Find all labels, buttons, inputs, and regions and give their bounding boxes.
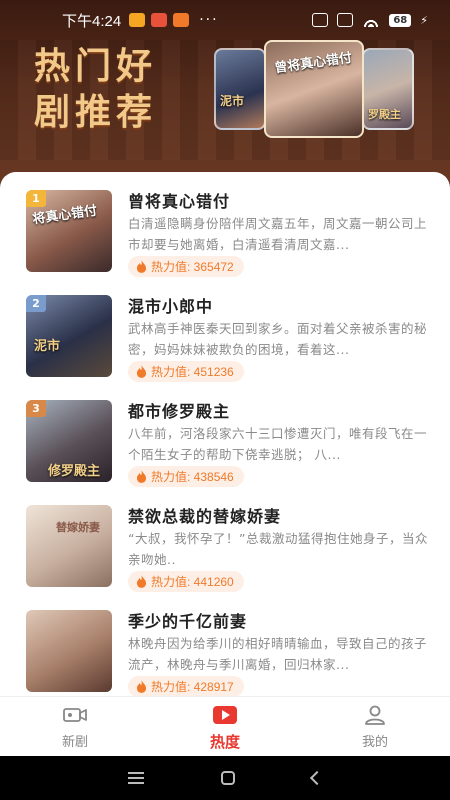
tab-mine[interactable]: 我的 xyxy=(300,697,450,756)
drama-title: 混市小郎中 xyxy=(128,297,214,316)
heat-value: 热力值: 441260 xyxy=(151,575,234,589)
rank-badge: 1 xyxy=(26,190,46,207)
drama-title: 都市修罗殿主 xyxy=(128,402,231,421)
recent-apps-icon[interactable] xyxy=(128,772,145,784)
user-icon xyxy=(365,705,385,725)
rank-badge: 2 xyxy=(26,295,46,312)
header-banner: 下午4:24 ··· 68 ⚡ 热门好 剧推荐 泥市 罗殿主 曾将真心错付 xyxy=(0,0,450,200)
heat-value-badge: 热力值: 365472 xyxy=(128,256,244,277)
home-icon[interactable] xyxy=(220,771,235,785)
heat-value-badge: 热力值: 438546 xyxy=(128,466,244,487)
play-icon xyxy=(213,706,237,724)
banner-poster-center[interactable]: 曾将真心错付 xyxy=(264,40,364,138)
list-item[interactable]: 替嫁娇妻 禁欲总裁的替嫁娇妻 “大叔，我怀孕了！”总裁激动猛得抱住她身子，当众亲… xyxy=(0,487,450,592)
drama-description: 武林高手神医秦天回到家乡。面对着父亲被杀害的秘密，妈妈妹妹被欺负的困境，看着这.… xyxy=(128,321,428,357)
banner-title-line1: 热门好 xyxy=(34,46,158,87)
mute-icon xyxy=(312,13,329,27)
back-icon[interactable] xyxy=(309,770,324,786)
cover-title: 替嫁娇妻 xyxy=(56,521,100,534)
drama-cover: 将真心错付 1 xyxy=(26,190,112,272)
app-notification-icon xyxy=(129,13,146,27)
tab-hot[interactable]: 热度 xyxy=(150,697,300,756)
banner-poster-left[interactable]: 泥市 xyxy=(214,48,266,130)
banner-title: 热门好 剧推荐 xyxy=(34,44,157,136)
drama-title: 季少的千亿前妻 xyxy=(128,612,248,631)
system-nav-bar xyxy=(0,756,450,800)
heat-value-badge: 热力值: 428917 xyxy=(128,676,244,696)
drama-description: 白清遥隐瞒身份陪伴周文嘉五年，周文嘉一朝公司上市却要与她离婚，白清遥看清周文嘉.… xyxy=(128,216,428,252)
battery-icon: 68 xyxy=(389,13,412,27)
tab-label: 我的 xyxy=(361,735,388,750)
status-time: 下午4:24 xyxy=(62,12,122,30)
poster-title: 曾将真心错付 xyxy=(273,50,353,77)
banner-title-line2: 剧推荐 xyxy=(34,92,158,133)
list-item[interactable]: 将真心错付 1 曾将真心错付 白清遥隐瞒身份陪伴周文嘉五年，周文嘉一朝公司上市却… xyxy=(0,172,450,277)
video-camera-icon xyxy=(63,708,87,722)
heat-value: 热力值: 428917 xyxy=(151,680,234,694)
cover-title: 泥市 xyxy=(34,339,61,354)
app-notification-icon xyxy=(151,13,168,27)
wifi-icon xyxy=(362,13,381,27)
flame-icon xyxy=(136,575,147,588)
sim-off-icon xyxy=(337,13,354,27)
charging-icon: ⚡ xyxy=(420,13,428,27)
drama-list: 将真心错付 1 曾将真心错付 白清遥隐瞒身份陪伴周文嘉五年，周文嘉一朝公司上市却… xyxy=(0,172,450,696)
drama-cover: 泥市 2 xyxy=(26,295,112,377)
rank-badge: 3 xyxy=(26,400,46,417)
status-bar: 下午4:24 ··· 68 ⚡ xyxy=(0,0,450,40)
status-app-icons xyxy=(129,13,190,27)
drama-cover: 替嫁娇妻 xyxy=(26,505,112,587)
drama-title: 禁欲总裁的替嫁娇妻 xyxy=(128,507,282,526)
drama-description: 林晚舟因为给季川的相好晴晴输血，导致自己的孩子流产，林晚舟与季川离婚，回归林家.… xyxy=(128,636,428,672)
poster-title: 罗殿主 xyxy=(368,108,401,121)
drama-title: 曾将真心错付 xyxy=(128,192,231,211)
flame-icon xyxy=(136,365,147,378)
drama-cover: 修罗殿主 3 xyxy=(26,400,112,482)
poster-title: 泥市 xyxy=(220,94,245,108)
tab-label: 热度 xyxy=(209,733,240,751)
flame-icon xyxy=(136,470,147,483)
heat-value-badge: 热力值: 451236 xyxy=(128,361,244,382)
cover-title: 修罗殿主 xyxy=(48,464,101,479)
tab-label: 新剧 xyxy=(61,735,88,750)
heat-value: 热力值: 438546 xyxy=(151,470,234,484)
drama-description: 八年前，河洛段家六十三口惨遭灭门，唯有段飞在一个陌生女子的帮助下侥幸逃脱； 八.… xyxy=(128,426,428,462)
heat-value: 热力值: 365472 xyxy=(151,260,234,274)
list-item[interactable]: 修罗殿主 3 都市修罗殿主 八年前，河洛段家六十三口惨遭灭门，唯有段飞在一个陌生… xyxy=(0,382,450,487)
list-item[interactable]: 泥市 2 混市小郎中 武林高手神医秦天回到家乡。面对着父亲被杀害的秘密，妈妈妹妹… xyxy=(0,277,450,382)
drama-cover xyxy=(26,610,112,692)
app-notification-icon xyxy=(173,13,190,27)
more-dots-icon: ··· xyxy=(199,12,219,28)
drama-description: “大叔，我怀孕了！”总裁激动猛得抱住她身子，当众亲吻她.. xyxy=(128,531,428,567)
heat-value-badge: 热力值: 441260 xyxy=(128,571,244,592)
list-item[interactable]: 季少的千亿前妻 林晚舟因为给季川的相好晴晴输血，导致自己的孩子流产，林晚舟与季川… xyxy=(0,592,450,696)
heat-value: 热力值: 451236 xyxy=(151,365,234,379)
tab-new-drama[interactable]: 新剧 xyxy=(0,697,150,756)
flame-icon xyxy=(136,680,147,693)
bottom-nav: 新剧 热度 我的 xyxy=(0,696,450,756)
flame-icon xyxy=(136,260,147,273)
banner-poster-right[interactable]: 罗殿主 xyxy=(362,48,414,130)
